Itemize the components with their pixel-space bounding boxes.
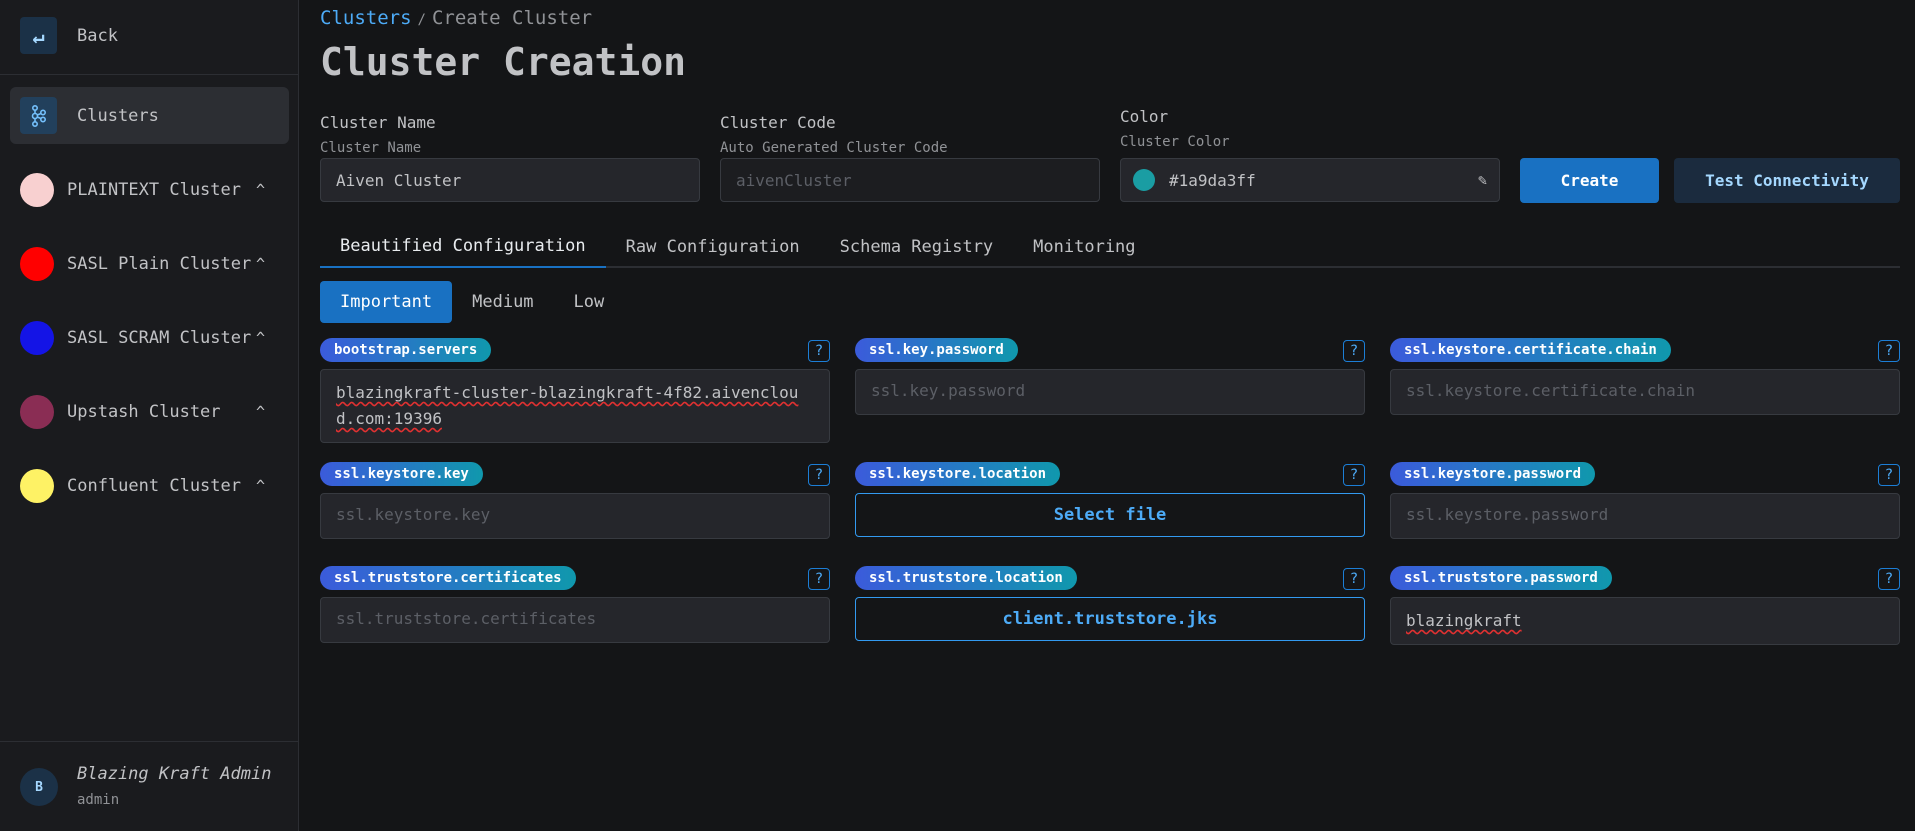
cluster-name-description: Cluster Name [320,140,422,156]
config-key-badge: ssl.truststore.location [855,566,1077,590]
clusters-label: Clusters [77,105,159,126]
cluster-color-dot [20,395,54,429]
breadcrumb: Clusters / Create Cluster [320,7,592,29]
importance-tabs: Important Medium Low [320,281,624,323]
config-key-badge: ssl.truststore.certificates [320,566,576,590]
breadcrumb-link-clusters[interactable]: Clusters [320,7,412,29]
cluster-name: SASL Plain Cluster [67,254,252,274]
pencil-icon[interactable]: ✎ [1478,171,1487,189]
help-icon[interactable]: ? [1878,340,1900,362]
tab-raw-configuration[interactable]: Raw Configuration [606,226,820,268]
help-icon[interactable]: ? [808,340,830,362]
config-key-badge: bootstrap.servers [320,338,492,362]
sidebar-item-clusters[interactable]: Clusters [10,87,289,144]
color-label: Color [1120,107,1169,126]
subtab-low[interactable]: Low [554,281,625,323]
user-section[interactable]: B Blazing Kraft Admin admin [0,741,299,831]
help-icon[interactable]: ? [1878,464,1900,486]
ssl-key-password-input[interactable]: ssl.key.password [855,369,1365,415]
sidebar-cluster-item[interactable]: SASL SCRAM Cluster ^ [20,318,280,358]
cluster-name: SASL SCRAM Cluster [67,328,252,348]
test-connectivity-button[interactable]: Test Connectivity [1674,158,1900,203]
user-name: Blazing Kraft Admin [77,764,272,784]
color-swatch [1133,169,1155,191]
tab-beautified-configuration[interactable]: Beautified Configuration [320,226,606,268]
subtab-medium[interactable]: Medium [452,281,553,323]
select-file-button[interactable]: Select file [855,493,1365,537]
user-role: admin [77,792,120,808]
chevron-up-icon[interactable]: ^ [256,181,265,199]
cluster-name: PLAINTEXT Cluster [67,180,241,200]
arrow-return-left-icon: ↵ [20,17,57,54]
config-key-badge: ssl.keystore.location [855,462,1061,486]
config-value: blazingkraft-cluster-blazingkraft-4f82.a… [336,383,799,428]
help-icon[interactable]: ? [808,464,830,486]
ssl-truststore-password-input[interactable]: blazingkraft [1390,597,1900,645]
breadcrumb-current: Create Cluster [431,7,593,29]
ssl-keystore-certificate-chain-input[interactable]: ssl.keystore.certificate.chain [1390,369,1900,415]
cluster-color-dot [20,247,54,281]
chevron-up-icon[interactable]: ^ [256,477,265,495]
tab-schema-registry[interactable]: Schema Registry [820,226,1014,268]
sidebar-cluster-item[interactable]: Confluent Cluster ^ [20,466,280,506]
chevron-up-icon[interactable]: ^ [256,329,265,347]
sidebar-back-section: ↵ Back [0,0,299,75]
config-key-badge: ssl.keystore.password [1390,462,1596,486]
cluster-name-label: Cluster Name [320,113,436,132]
config-key-badge: ssl.keystore.key [320,462,483,486]
help-icon[interactable]: ? [1343,340,1365,362]
truststore-file-button[interactable]: client.truststore.jks [855,597,1365,641]
cluster-code-input [720,158,1100,202]
back-button[interactable]: ↵ Back [20,17,118,54]
cluster-name-input[interactable] [320,158,700,202]
cluster-color-dot [20,469,54,503]
cluster-code-label: Cluster Code [720,113,836,132]
subtab-important[interactable]: Important [320,281,453,323]
ssl-truststore-certificates-input[interactable]: ssl.truststore.certificates [320,597,830,643]
cluster-name: Upstash Cluster [67,402,221,422]
sidebar: ↵ Back Clusters PLAINTEXT Cluster ^ SASL… [0,0,299,831]
cluster-name: Confluent Cluster [67,476,241,496]
color-description: Cluster Color [1120,134,1230,150]
ssl-keystore-key-input[interactable]: ssl.keystore.key [320,493,830,539]
create-button[interactable]: Create [1520,158,1659,203]
config-tabs: Beautified Configuration Raw Configurati… [320,226,1900,268]
chevron-up-icon[interactable]: ^ [256,255,265,273]
color-input[interactable]: #1a9da3ff ✎ [1120,158,1500,202]
ssl-keystore-password-input[interactable]: ssl.keystore.password [1390,493,1900,539]
config-key-badge: ssl.truststore.password [1390,566,1612,590]
kafka-icon [20,97,57,134]
help-icon[interactable]: ? [1343,464,1365,486]
breadcrumb-separator: / [417,12,426,28]
sidebar-cluster-item[interactable]: PLAINTEXT Cluster ^ [20,170,280,210]
config-key-badge: ssl.keystore.certificate.chain [1390,338,1671,362]
sidebar-cluster-item[interactable]: SASL Plain Cluster ^ [20,244,280,284]
cluster-code-description: Auto Generated Cluster Code [720,140,948,156]
avatar: B [20,768,58,806]
help-icon[interactable]: ? [1878,568,1900,590]
help-icon[interactable]: ? [808,568,830,590]
config-value: blazingkraft [1406,611,1522,630]
cluster-color-dot [20,173,54,207]
back-label: Back [77,25,118,46]
color-value: #1a9da3ff [1169,170,1256,190]
sidebar-cluster-item[interactable]: Upstash Cluster ^ [20,392,280,432]
bootstrap-servers-input[interactable]: blazingkraft-cluster-blazingkraft-4f82.a… [320,369,830,443]
page-title: Cluster Creation [320,40,687,84]
config-key-badge: ssl.key.password [855,338,1018,362]
cluster-color-dot [20,321,54,355]
chevron-up-icon[interactable]: ^ [256,403,265,421]
tab-monitoring[interactable]: Monitoring [1013,226,1155,268]
help-icon[interactable]: ? [1343,568,1365,590]
